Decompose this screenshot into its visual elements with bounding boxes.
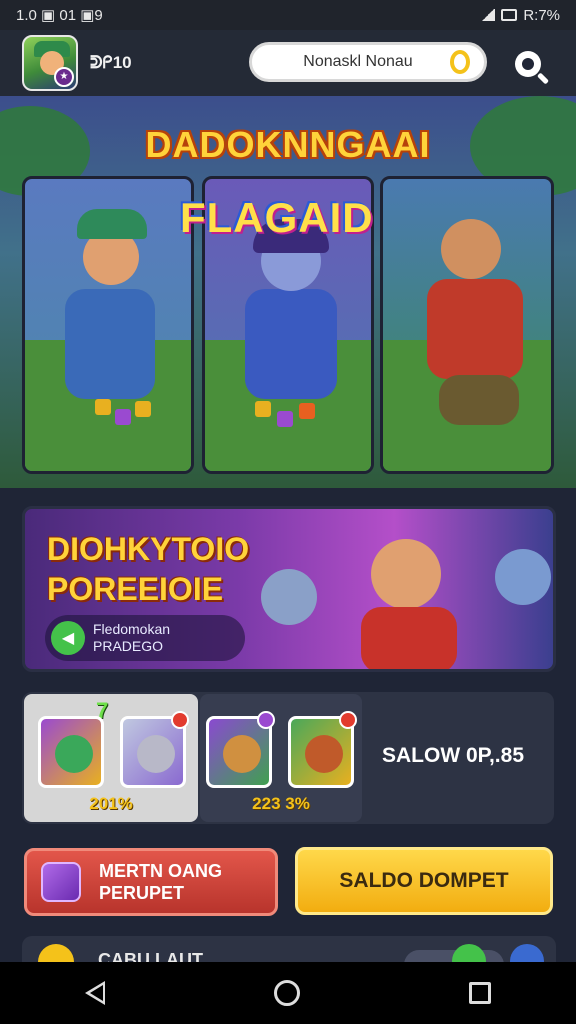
- reward-group[interactable]: 223 3%: [200, 694, 362, 822]
- promo-character-head: [261, 569, 317, 625]
- hero-banner[interactable]: DADOKNNGAAI FLAGAID: [0, 96, 576, 488]
- coin-icon: [38, 944, 74, 964]
- gem-icon: [255, 401, 271, 417]
- cube-icon: [41, 862, 81, 902]
- search-field[interactable]: Nonaskl Nonau: [249, 42, 487, 82]
- avatar[interactable]: ★: [22, 35, 78, 91]
- hero-title: DADOKNNGAAI: [145, 124, 431, 165]
- gem-icon: [95, 399, 111, 415]
- search-button[interactable]: [508, 44, 548, 84]
- reward-character-icon: [305, 735, 343, 773]
- alert-badge-icon: [339, 711, 357, 729]
- promo-title-line2: POREEIOIE: [47, 571, 224, 607]
- gem-icon: [135, 401, 151, 417]
- reward-percent: 223 3%: [252, 794, 310, 813]
- status-time: 1.0 ▣ 01 ▣9: [16, 7, 103, 24]
- promo-character-body: [361, 607, 457, 669]
- red-button-line2: PERUPET: [99, 883, 185, 903]
- reward-tile[interactable]: [288, 711, 357, 788]
- gem-badge-icon: [257, 711, 275, 729]
- character-legs: [439, 375, 519, 425]
- character-head: [441, 219, 501, 279]
- promo-character-head: [495, 549, 551, 605]
- home-icon[interactable]: [273, 980, 300, 1006]
- reward-tile[interactable]: [206, 711, 275, 788]
- info-icon[interactable]: [510, 944, 544, 964]
- gem-icon: [299, 403, 315, 419]
- promo-pill-button[interactable]: ◀ Fledomokan PRADEGO: [45, 615, 245, 661]
- status-right-text: R:7%: [523, 6, 560, 24]
- character-card-warrior[interactable]: [22, 176, 194, 474]
- search-icon: [515, 51, 541, 77]
- status-icons: R:7%: [481, 7, 560, 24]
- bottom-list-item[interactable]: CABU LAUT: [22, 936, 556, 964]
- app-header: ★ ᕲᑭ10 Nonaskl Nonau: [0, 30, 576, 96]
- promo-pill-line2: PRADEGO: [93, 638, 164, 654]
- gem-icon: [277, 411, 293, 427]
- status-bar: 1.0 ▣ 01 ▣9 R:7%: [0, 0, 576, 30]
- toggle-knob-icon: [452, 944, 486, 964]
- alert-badge-icon: [171, 711, 189, 729]
- username-label: ᕲᑭ10: [90, 53, 132, 72]
- card-logo-text: FLAGAID: [180, 194, 374, 241]
- reward-percent: 201%: [89, 794, 133, 813]
- character-body: [65, 289, 155, 399]
- promo-pill-line1: Fledomokan: [93, 621, 171, 637]
- red-action-button[interactable]: MERTN OANG PERUPET: [24, 848, 278, 916]
- promo-title: DIOHKYTOIO POREEIOIE: [47, 529, 249, 609]
- promo-pill-text: Fledomokan PRADEGO: [93, 621, 170, 655]
- level-badge-icon: ★: [54, 67, 74, 87]
- signal-icon: [481, 9, 496, 21]
- reward-character-icon: [223, 735, 261, 773]
- reward-group-selected[interactable]: 7 201%: [24, 694, 198, 822]
- promo-character-head: [371, 539, 441, 609]
- reward-character-icon: [55, 735, 93, 773]
- saldo-dompet-button[interactable]: SALDO DOMPET: [295, 847, 553, 915]
- red-button-label: MERTN OANG PERUPET: [99, 860, 222, 904]
- reward-character-icon: [137, 735, 175, 773]
- gem-icon: [115, 409, 131, 425]
- character-body: [245, 289, 337, 399]
- promo-title-line1: DIOHKYTOIO: [47, 531, 250, 567]
- recent-apps-icon[interactable]: [469, 982, 492, 1004]
- rewards-panel: 7 201% 223 3% SALOW 0P,.85: [22, 692, 554, 824]
- character-body: [427, 279, 523, 379]
- character-helmet: [77, 209, 147, 239]
- coin-icon: [450, 50, 470, 74]
- promo-banner[interactable]: DIOHKYTOIO POREEIOIE ◀ Fledomokan PRADEG…: [22, 506, 556, 672]
- battery-icon: [501, 9, 518, 21]
- play-icon: ◀: [51, 621, 85, 655]
- back-icon[interactable]: [84, 981, 105, 1005]
- saldo-label: SALOW 0P,.85: [382, 744, 524, 767]
- reward-tile[interactable]: [38, 716, 104, 788]
- system-navigation-bar: [0, 962, 576, 1024]
- search-text: Nonaskl Nonau: [303, 53, 413, 70]
- character-card-beast[interactable]: [380, 176, 554, 474]
- reward-tile[interactable]: [120, 711, 189, 788]
- red-button-line1: MERTN OANG: [99, 861, 222, 881]
